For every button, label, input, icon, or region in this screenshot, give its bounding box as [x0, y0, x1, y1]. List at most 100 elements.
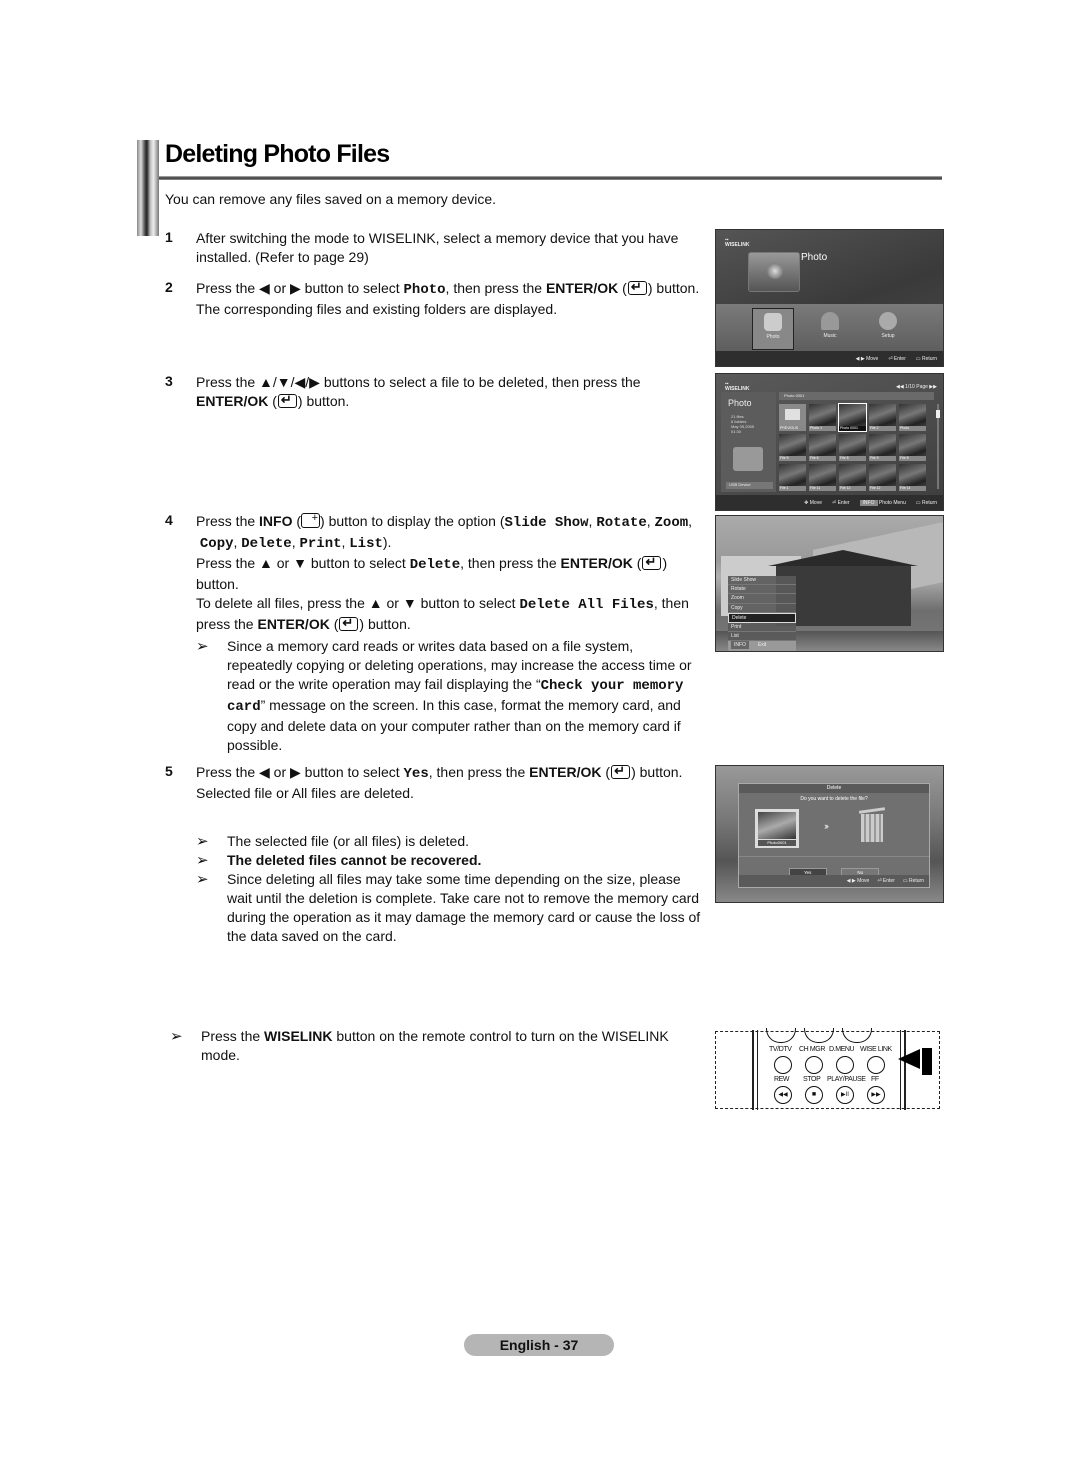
text: button.	[635, 764, 683, 780]
thumbnail-caption: File 6	[809, 456, 836, 461]
arrow-bullet-icon: ➢	[196, 871, 209, 888]
photo-thumbnail[interactable]: Photo 0001	[838, 403, 867, 432]
chmgr-button[interactable]	[805, 1056, 823, 1074]
photo-thumbnail[interactable]: File 8	[839, 434, 866, 461]
remote-body: TV/DTV CH MGR D.MENU WISE LINK REW STOP …	[752, 1028, 906, 1110]
step-number: 2	[165, 279, 173, 295]
options-menu: Slide Show Rotate Zoom Copy Delete Print…	[728, 576, 796, 651]
option-delete[interactable]: Delete	[728, 612, 796, 623]
photo-house-right	[768, 550, 918, 626]
exit-label[interactable]: Exit	[755, 641, 769, 649]
text: Press the ▲/▼/◀/▶ buttons to select a fi…	[196, 374, 641, 390]
photo-thumbnail[interactable]: File 12	[839, 464, 866, 491]
warning-text: The deleted files cannot be recovered.	[227, 852, 482, 868]
text: ).	[382, 534, 392, 550]
menu-label: Setup	[881, 333, 895, 339]
text: Since deleting all files may take some t…	[227, 871, 701, 944]
photo-thumbnail[interactable]: File 8	[899, 434, 926, 461]
dialog-question: Do you want to delete the file?	[800, 796, 868, 802]
photo-thumbnail[interactable]: File 5	[779, 434, 806, 461]
tvdtv-button[interactable]	[774, 1056, 792, 1074]
thumbnail-caption: File 5	[779, 456, 806, 461]
stop-icon[interactable]: ■	[805, 1086, 823, 1104]
remote-top-button	[842, 1028, 872, 1043]
enter-icon	[339, 613, 359, 632]
nav-hint-bar: ◀ ▶ Move ⏎ Enter ▭ Return	[739, 875, 929, 887]
option-slide-show[interactable]: Slide Show	[728, 576, 796, 586]
enter-icon	[627, 277, 647, 296]
text: button.	[364, 616, 411, 632]
photo-thumbnail[interactable]: File 12	[869, 464, 896, 491]
play-pause-icon[interactable]: ▶II	[836, 1086, 854, 1104]
option-rotate[interactable]: Rotate	[728, 585, 796, 595]
step-2-text: Press the ◀ or ▶ button to select Photo,…	[196, 277, 706, 319]
bold-text: WISELINK	[264, 1028, 333, 1044]
wiselink-logo: ▪▪ WISELINK	[725, 381, 750, 392]
text: Press the ▲ or ▼ button to select	[196, 555, 410, 571]
camera-icon	[748, 252, 800, 292]
thumbnail-caption: File 11	[809, 486, 836, 491]
enter-hint: ⏎ Enter	[888, 355, 906, 362]
code-text: List	[349, 536, 383, 552]
text: , then press the	[428, 764, 530, 780]
chevrons-icon: ›››	[824, 821, 829, 831]
menu-item-music[interactable]: Music	[810, 308, 850, 348]
wiselink-button[interactable]	[867, 1056, 885, 1074]
option-copy[interactable]: Copy	[728, 604, 796, 613]
scrollbar[interactable]	[936, 404, 940, 489]
photo-thumbnail[interactable]: File 11	[809, 464, 836, 491]
trash-icon	[861, 814, 883, 842]
photo-thumbnail[interactable]: File 2	[869, 404, 896, 431]
screen-title: Photo	[801, 252, 828, 263]
text: , then press the	[445, 280, 546, 296]
move-hint: ◀ ▶ Move	[846, 878, 870, 884]
bold-text: ENTER/OK	[257, 616, 330, 632]
menu-item-setup[interactable]: Setup	[868, 308, 908, 348]
photo-thumbnail[interactable]: File 14	[899, 464, 926, 491]
page-indicator[interactable]: ◀◀ 1/10 Page ▶▶	[896, 384, 937, 390]
pointer-arrow-icon	[898, 1049, 920, 1069]
option-zoom[interactable]: Zoom	[728, 594, 796, 604]
code-text: Delete	[241, 536, 292, 552]
fast-forward-icon[interactable]: ▶▶	[867, 1086, 885, 1104]
bold-text: ENTER/OK	[545, 280, 619, 296]
code-text: Slide Show	[504, 515, 589, 531]
photo-thumbnail[interactable]: File 1	[779, 464, 806, 491]
photo-thumbnail[interactable]: File 9	[869, 434, 896, 461]
bold-text: INFO	[259, 513, 293, 529]
memory-card-note: ➢ Since a memory card reads or writes da…	[196, 637, 702, 755]
photo-thumbnail[interactable]: Photo	[899, 404, 926, 431]
arrow-bullet-icon: ➢	[170, 1028, 183, 1045]
return-hint: ▭ Return	[902, 878, 924, 884]
menu-label: Photo	[766, 334, 780, 340]
file-thumbnail: Photo0001	[755, 809, 799, 848]
wiselink-label: WISE LINK	[860, 1046, 892, 1053]
text: Selected file or All files are deleted.	[196, 785, 414, 801]
note-deleted: ➢ The selected file (or all files) is de…	[196, 832, 702, 851]
dmenu-button[interactable]	[836, 1056, 854, 1074]
thumbnail-caption: Photo	[899, 426, 926, 431]
option-list[interactable]: List	[728, 632, 796, 642]
step-1-text: After switching the mode to WISELINK, se…	[196, 230, 679, 265]
text: Press the ◀ or ▶ button to select	[196, 280, 404, 296]
menu-item-photo[interactable]: Photo	[752, 308, 794, 350]
move-hint: ✥ Move	[804, 499, 822, 506]
arrow-bullet-icon: ➢	[196, 833, 209, 850]
enter-hint: ⏎ Enter	[832, 499, 850, 506]
intro-text: You can remove any files saved on a memo…	[165, 191, 496, 207]
wiselink-logo: ▪▪ WISELINK	[725, 237, 750, 248]
folder-thumbnail[interactable]: PREVIOUS	[779, 404, 806, 431]
text: button.	[196, 576, 239, 592]
remote-top-button	[766, 1028, 796, 1043]
pointer-arrow-tail	[922, 1048, 932, 1075]
camera-icon	[733, 447, 763, 471]
page-number: English - 37	[464, 1334, 614, 1356]
photo-thumbnail[interactable]: Photo 1	[809, 404, 836, 431]
code-text: Print	[299, 536, 342, 552]
photo-thumbnail[interactable]: File 6	[809, 434, 836, 461]
text: To delete all files, press the ▲ or ▼ bu…	[196, 595, 520, 611]
enter-icon	[642, 552, 662, 571]
option-print[interactable]: Print	[728, 623, 796, 633]
enter-hint: ⏎ Enter	[877, 878, 895, 884]
rewind-icon[interactable]: ◀◀	[774, 1086, 792, 1104]
